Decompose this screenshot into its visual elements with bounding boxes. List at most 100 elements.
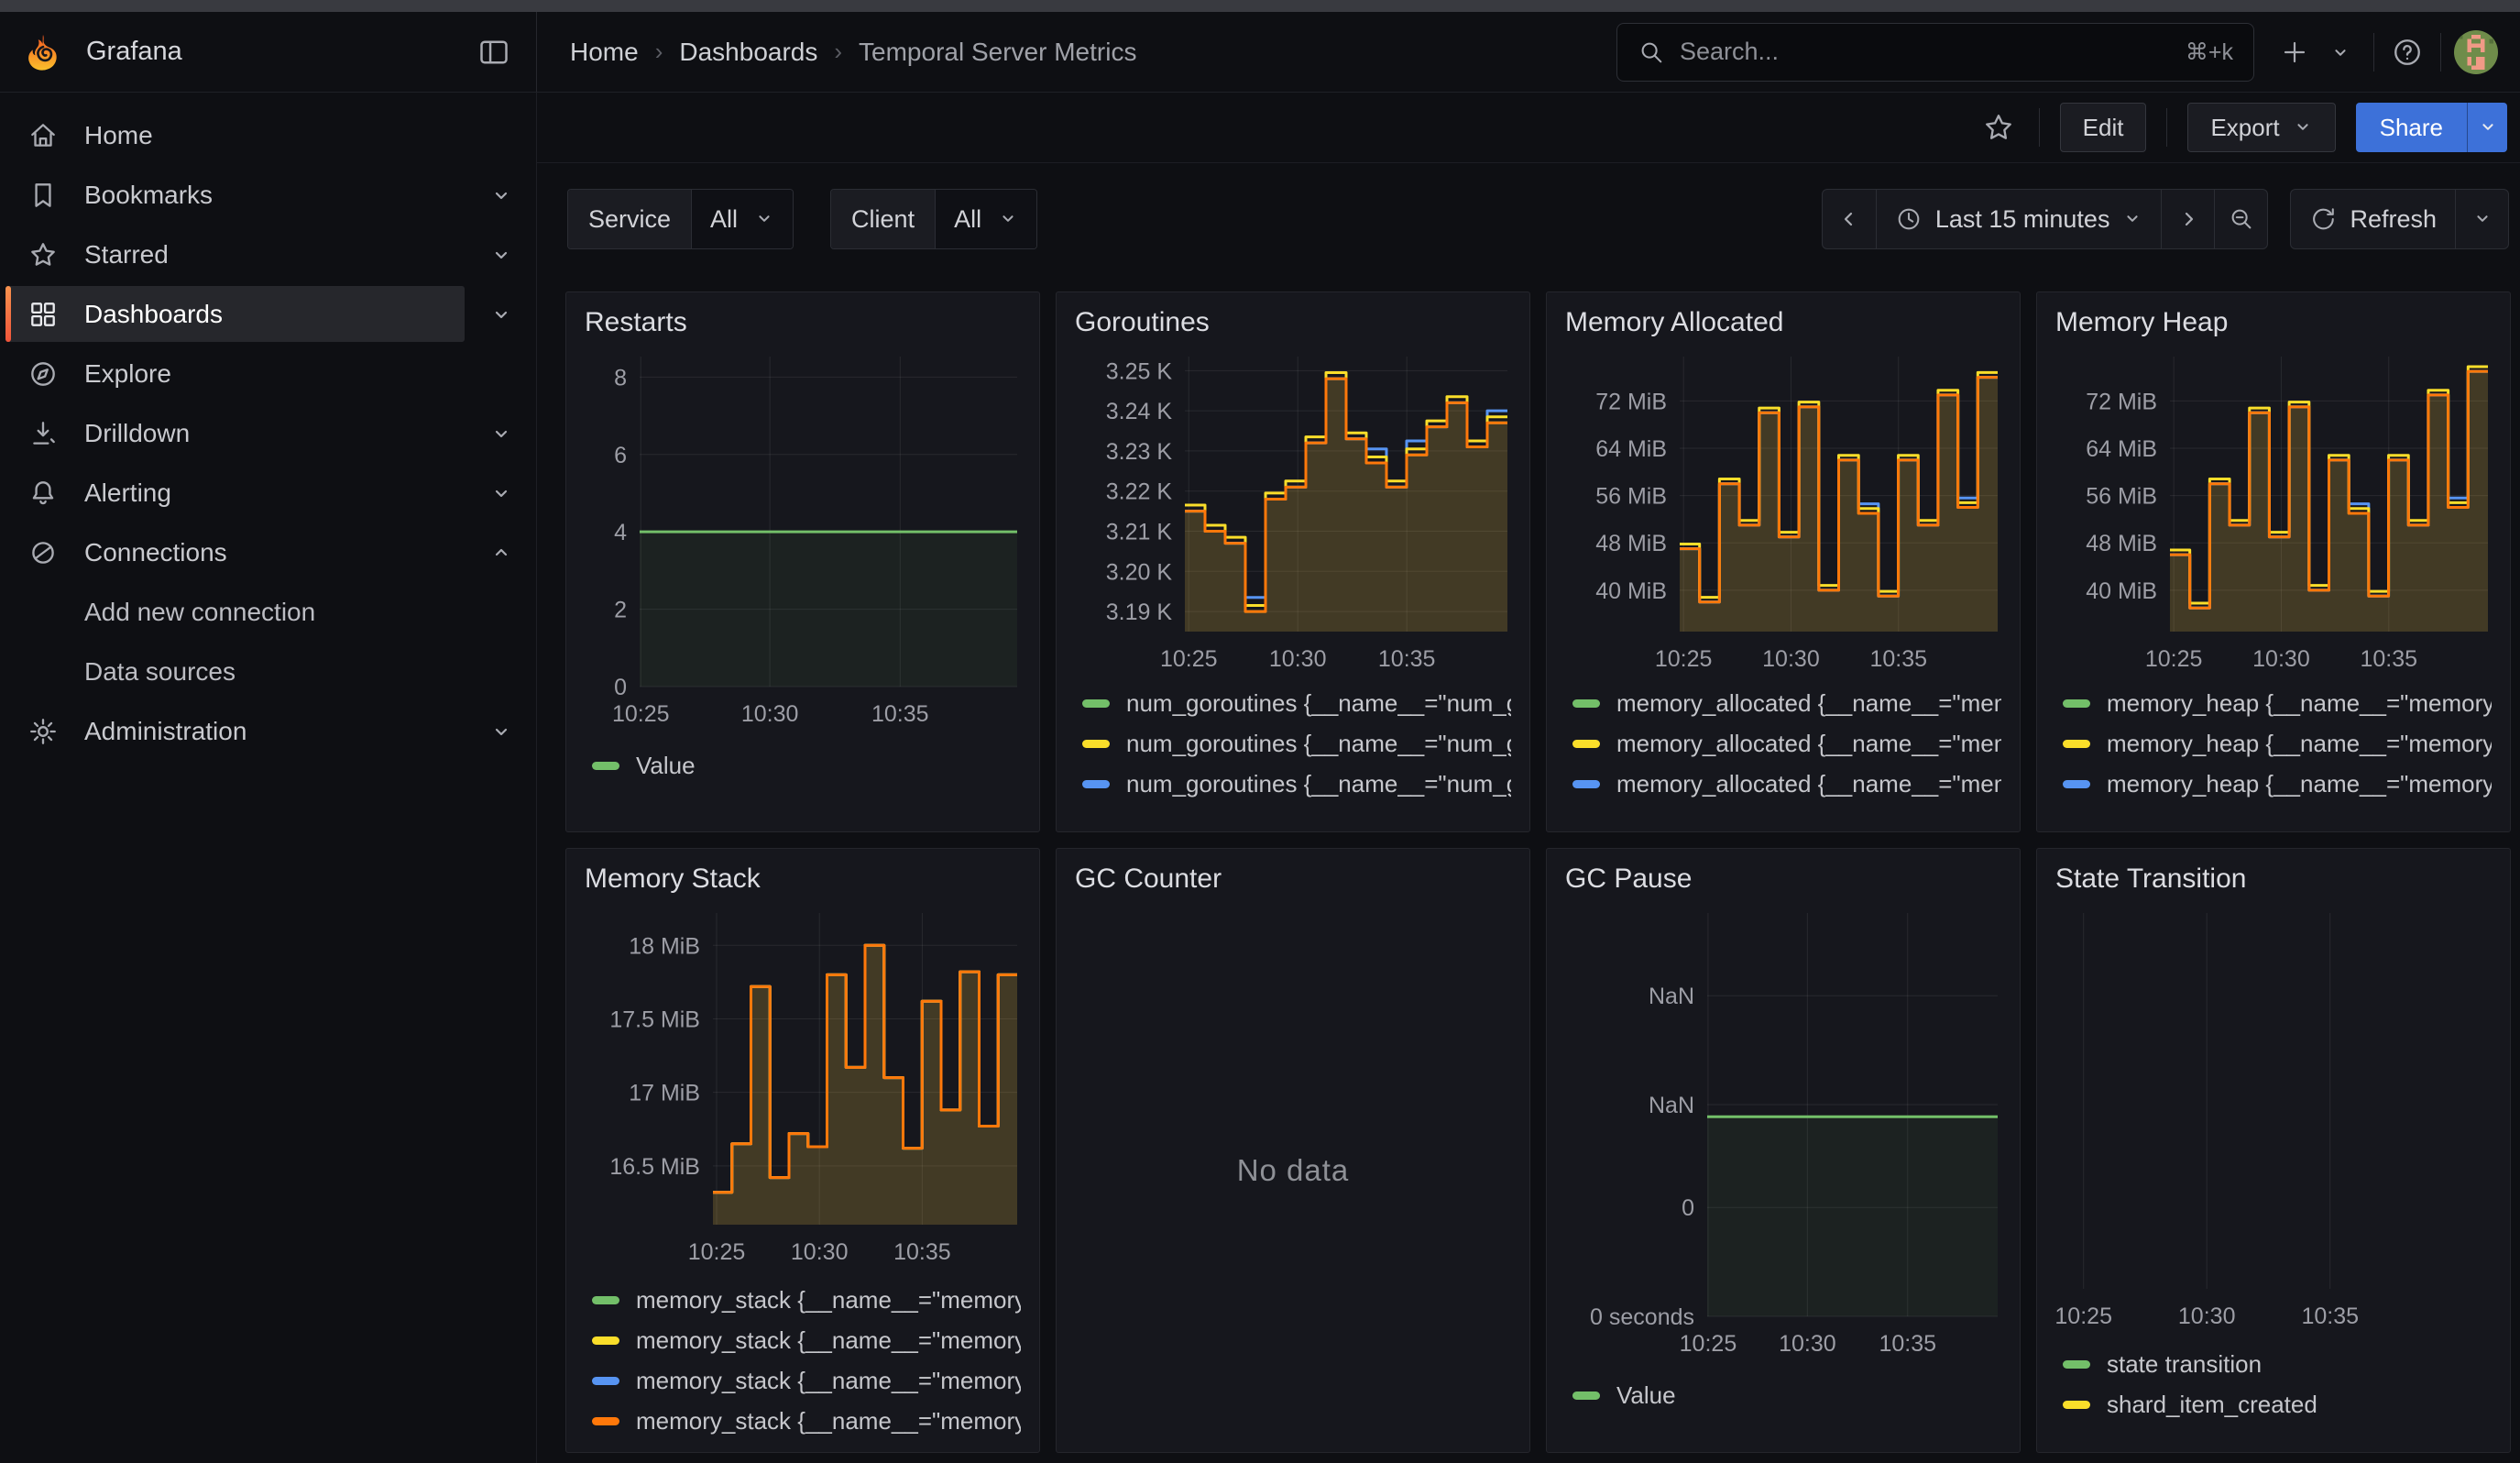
sidebar-item-data-sources[interactable]: Data sources [0, 642, 536, 701]
svg-text:17.5 MiB: 17.5 MiB [609, 1006, 700, 1032]
panel-title[interactable]: GC Counter [1075, 864, 1511, 904]
legend-item[interactable]: num_goroutines {__name__="num_go [1082, 683, 1511, 723]
search-box[interactable]: ⌘+k [1616, 23, 2254, 82]
time-shift-forward-button[interactable] [2161, 190, 2214, 248]
panel-title[interactable]: Memory Allocated [1565, 307, 2001, 347]
panel-restarts: Restarts 8642010:2510:3010:35 Value [565, 292, 1040, 832]
legend-item[interactable]: num_goroutines {__name__="num_go [1082, 723, 1511, 764]
export-button[interactable]: Export [2187, 103, 2335, 152]
legend-color-dash [592, 1336, 619, 1345]
chevron-down-icon[interactable] [481, 423, 521, 445]
breadcrumb-home[interactable]: Home [570, 38, 639, 67]
grafana-logo-icon[interactable] [24, 33, 62, 72]
chevron-down-icon[interactable] [481, 244, 521, 266]
legend-item[interactable]: memory_stack {__name__="memory_s [592, 1401, 1021, 1441]
legend-item[interactable]: memory_heap {__name__="memory_h [2063, 804, 2492, 815]
add-new-caret-icon[interactable] [2320, 32, 2361, 72]
legend-item[interactable]: shard_item_created [2063, 1384, 2492, 1424]
dock-menu-icon[interactable] [476, 34, 512, 71]
add-new-icon[interactable] [2274, 32, 2315, 72]
svg-text:10:30: 10:30 [1269, 646, 1327, 672]
legend-item[interactable]: num_goroutines {__name__="num_go [1082, 804, 1511, 815]
legend-item[interactable]: state transition [2063, 1344, 2492, 1384]
sidebar-item-label: Explore [84, 359, 521, 389]
sidebar-item-alerting[interactable]: Alerting [0, 463, 536, 522]
legend-color-dash [2063, 740, 2090, 748]
legend-item[interactable]: memory_allocated {__name__="memo [1572, 804, 2001, 815]
legend-label: shard_item_created [2107, 1391, 2317, 1419]
sidebar-item-drilldown[interactable]: Drilldown [0, 403, 536, 463]
svg-text:NaN: NaN [1649, 984, 1694, 1009]
breadcrumb-dashboards[interactable]: Dashboards [679, 38, 817, 67]
legend-item[interactable]: memory_allocated {__name__="memo [1572, 683, 2001, 723]
chart-canvas[interactable]: 18 MiB17.5 MiB17 MiB16.5 MiB10:2510:3010… [585, 904, 1021, 1270]
svg-text:17 MiB: 17 MiB [629, 1081, 700, 1106]
legend-color-dash [1082, 780, 1110, 788]
export-button-label: Export [2210, 114, 2279, 142]
chevron-down-icon[interactable] [481, 482, 521, 504]
legend-item[interactable]: memory_heap {__name__="memory_h [2063, 683, 2492, 723]
legend-item[interactable]: memory_stack {__name__="memory_s [592, 1320, 1021, 1360]
user-avatar[interactable] [2454, 30, 2498, 74]
chart-canvas[interactable]: 8642010:2510:3010:35 [585, 347, 1021, 732]
chevron-up-icon[interactable] [481, 542, 521, 564]
favorite-star-icon[interactable] [1978, 107, 2019, 148]
time-range-picker[interactable]: Last 15 minutes [1876, 190, 2162, 248]
share-caret-button[interactable] [2467, 103, 2507, 152]
service-variable-value: All [710, 205, 738, 234]
chart-canvas[interactable]: 10:2510:3010:35 [2055, 904, 2492, 1335]
sidebar-item-administration[interactable]: Administration [0, 701, 536, 761]
zoom-out-time-button[interactable] [2214, 190, 2267, 248]
chart-canvas[interactable]: NaNNaN00 seconds10:2510:3010:35 [1565, 904, 2001, 1362]
sidebar-item-explore[interactable]: Explore [0, 344, 536, 403]
panel-title[interactable]: Restarts [585, 307, 1021, 347]
sidebar-item-home[interactable]: Home [0, 105, 536, 165]
time-shift-back-button[interactable] [1823, 190, 1876, 248]
sidebar-item-dashboards[interactable]: Dashboards [0, 284, 536, 344]
chevron-down-icon[interactable] [481, 303, 521, 325]
help-icon[interactable] [2387, 32, 2427, 72]
search-input[interactable] [1680, 38, 2171, 66]
refresh-interval-caret[interactable] [2455, 190, 2508, 248]
legend-item[interactable]: Value [592, 745, 1021, 786]
client-variable-label: Client [831, 190, 936, 248]
legend-item[interactable]: num_goroutines {__name__="num_go [1082, 764, 1511, 804]
panel-title[interactable]: State Transition [2055, 864, 2492, 904]
chart-canvas[interactable]: 72 MiB64 MiB56 MiB48 MiB40 MiB10:2510:30… [2055, 347, 2492, 677]
svg-text:10:35: 10:35 [871, 701, 929, 727]
sidebar-item-label: Dashboards [84, 300, 481, 329]
svg-text:NaN: NaN [1649, 1093, 1694, 1118]
sidebar-item-bookmarks[interactable]: Bookmarks [0, 165, 536, 225]
panel-title[interactable]: Memory Heap [2055, 307, 2492, 347]
time-controls: Last 15 minutes Refresh [1822, 189, 2509, 249]
panel-title[interactable]: Goroutines [1075, 307, 1511, 347]
chevron-down-icon[interactable] [481, 720, 521, 742]
sidebar-item-connections[interactable]: Connections [0, 522, 536, 582]
sidebar-item-add-new-connection[interactable]: Add new connection [0, 582, 536, 642]
svg-text:10:30: 10:30 [1762, 646, 1820, 672]
chevron-down-icon[interactable] [481, 184, 521, 206]
legend-item[interactable]: memory_heap {__name__="memory_h [2063, 723, 2492, 764]
legend-item[interactable]: memory_allocated {__name__="memo [1572, 764, 2001, 804]
legend-item[interactable]: memory_stack {__name__="memory_s [592, 1360, 1021, 1401]
legend-item[interactable]: Value [1572, 1375, 2001, 1415]
edit-button[interactable]: Edit [2060, 103, 2147, 152]
refresh-button[interactable]: Refresh [2291, 190, 2455, 248]
panel-title[interactable]: Memory Stack [585, 864, 1021, 904]
client-variable-select[interactable]: All [936, 190, 1036, 248]
share-button[interactable]: Share [2356, 103, 2467, 152]
service-variable-select[interactable]: All [692, 190, 793, 248]
panel-title[interactable]: GC Pause [1565, 864, 2001, 904]
legend-item[interactable]: memory_heap {__name__="memory_h [2063, 764, 2492, 804]
legend-item[interactable]: memory_stack {__name__="memory_s [592, 1280, 1021, 1320]
panel-goroutines: Goroutines 3.25 K3.24 K3.23 K3.22 K3.21 … [1056, 292, 1530, 832]
legend-label: num_goroutines {__name__="num_go [1126, 730, 1511, 758]
legend-color-dash [592, 1296, 619, 1304]
chart-canvas[interactable]: 3.25 K3.24 K3.23 K3.22 K3.21 K3.20 K3.19… [1075, 347, 1511, 677]
sidebar-item-starred[interactable]: Starred [0, 225, 536, 284]
legend-item[interactable]: memory_allocated {__name__="memo [1572, 723, 2001, 764]
legend-label: memory_stack {__name__="memory_s [636, 1326, 1021, 1355]
no-data-message: No data [1075, 904, 1511, 1437]
chart-canvas[interactable]: 72 MiB64 MiB56 MiB48 MiB40 MiB10:2510:30… [1565, 347, 2001, 677]
service-variable-label: Service [568, 190, 692, 248]
